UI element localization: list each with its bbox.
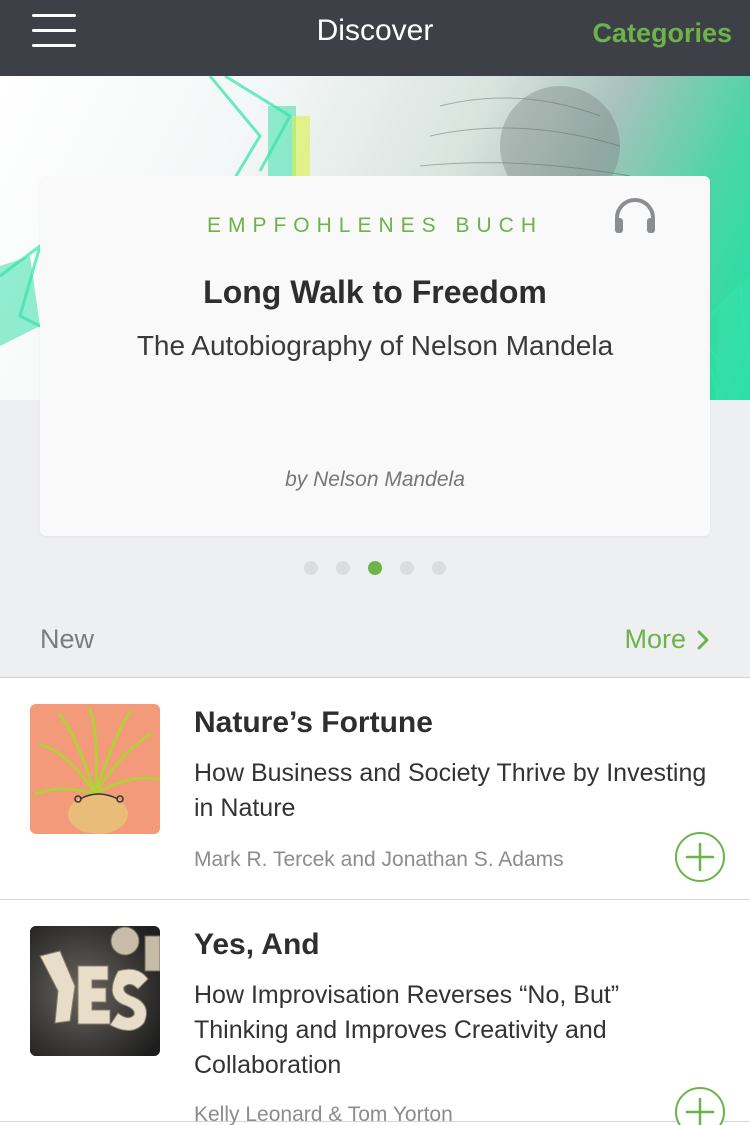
- book-title: Nature’s Fortune: [194, 706, 433, 739]
- carousel-pagination: [0, 561, 750, 577]
- page-dot[interactable]: [400, 561, 414, 575]
- plus-circle-icon[interactable]: [674, 1086, 726, 1125]
- page-dot[interactable]: [432, 561, 446, 575]
- featured-book-card[interactable]: EMPFOHLENES BUCH Long Walk to Freedom Th…: [40, 176, 710, 536]
- section-title: New: [40, 624, 95, 654]
- chevron-right-icon: [697, 630, 709, 649]
- categories-button[interactable]: Categories: [592, 18, 732, 49]
- page-dot[interactable]: [336, 561, 350, 575]
- book-title: Yes, And: [194, 928, 320, 961]
- top-bar: Discover Categories: [0, 0, 750, 76]
- plus-circle-icon[interactable]: [674, 831, 726, 883]
- featured-book-author: by Nelson Mandela: [285, 468, 465, 491]
- book-author: Kelly Leonard & Tom Yorton: [194, 1103, 453, 1125]
- headphones-icon[interactable]: [612, 196, 658, 236]
- book-author: Mark R. Tercek and Jonathan S. Adams: [194, 848, 564, 871]
- more-link[interactable]: More: [624, 624, 710, 655]
- page-dot-active[interactable]: [368, 561, 382, 575]
- featured-label: EMPFOHLENES BUCH: [206, 214, 544, 237]
- page-dot[interactable]: [304, 561, 318, 575]
- list-item[interactable]: Yes, And How Improvisation Reverses “No,…: [0, 900, 750, 1125]
- featured-book-title: Long Walk to Freedom: [203, 274, 547, 310]
- plant-cover-image: [30, 704, 160, 834]
- book-subtitle: How Improvisation Reverses “No, But” Thi…: [194, 981, 620, 1079]
- section-header: New More: [0, 606, 750, 677]
- featured-book-subtitle: The Autobiography of Nelson Mandela: [136, 330, 614, 361]
- book-list: Nature’s Fortune How Business and Societ…: [0, 677, 750, 1125]
- book-subtitle: How Business and Society Thrive by Inves…: [194, 759, 707, 822]
- list-item[interactable]: Nature’s Fortune How Business and Societ…: [0, 678, 750, 900]
- yes-letters-cover-image: [30, 926, 160, 1056]
- more-label: More: [624, 624, 686, 654]
